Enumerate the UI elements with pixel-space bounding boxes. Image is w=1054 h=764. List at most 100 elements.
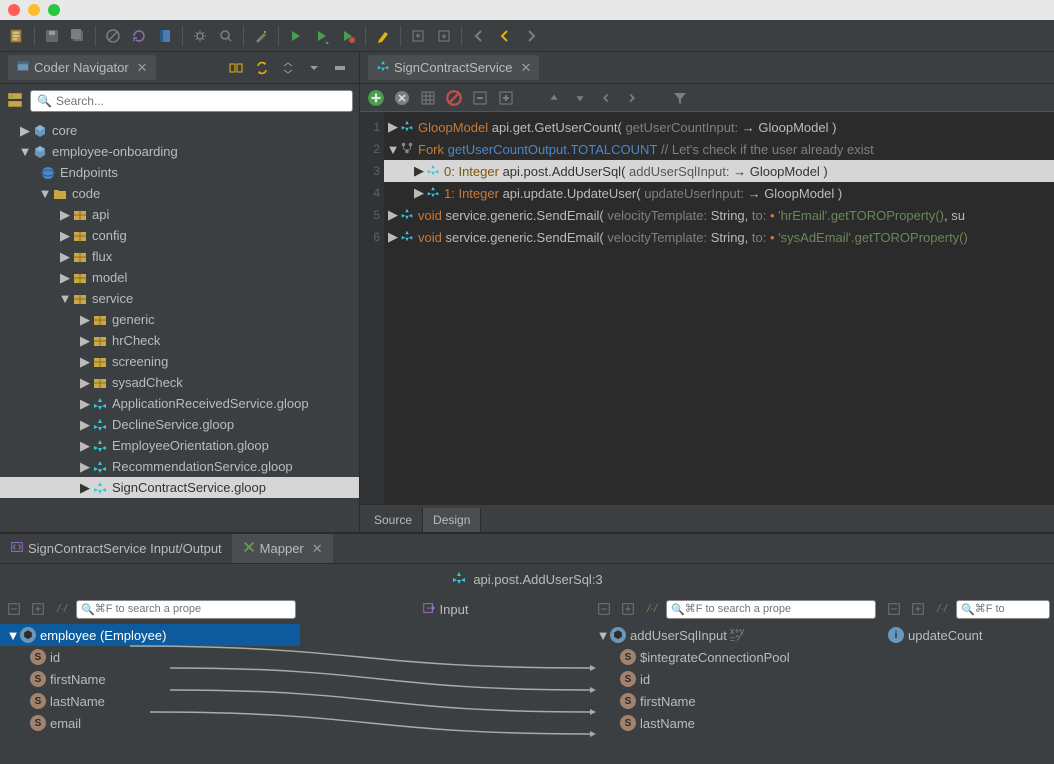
collapse-step-button[interactable]: [470, 88, 490, 108]
tree-item-gloop-file[interactable]: ▶ DeclineService.gloop: [0, 414, 359, 435]
menu-button[interactable]: [303, 57, 325, 79]
tree-item-core[interactable]: ▶ core: [0, 120, 359, 141]
export-button[interactable]: [433, 25, 455, 47]
map-field-lastname[interactable]: S lastName: [0, 690, 300, 712]
forward-button[interactable]: [520, 25, 542, 47]
highlight-button[interactable]: [372, 25, 394, 47]
navigator-tab[interactable]: Coder Navigator ✕: [8, 55, 156, 80]
validate-button[interactable]: /·/: [932, 599, 952, 619]
add-step-button[interactable]: [366, 88, 386, 108]
map-field-email[interactable]: S email: [0, 712, 300, 734]
tree-item-generic[interactable]: ▶ generic: [0, 309, 359, 330]
tree-item-project[interactable]: ▼ employee-onboarding: [0, 141, 359, 162]
expand-button[interactable]: [908, 599, 928, 619]
wand-button[interactable]: [250, 25, 272, 47]
io-tab[interactable]: SignContractService Input/Output: [0, 534, 232, 563]
map-root-employee[interactable]: ▼ ⬢ employee (Employee): [0, 624, 300, 646]
save-all-button[interactable]: [67, 25, 89, 47]
move-up-button[interactable]: [544, 88, 564, 108]
close-window-button[interactable]: [8, 4, 20, 16]
mapper-search-input[interactable]: [975, 603, 1045, 615]
back-alt-button[interactable]: [494, 25, 516, 47]
close-icon[interactable]: ✕: [521, 60, 532, 76]
tree-item-hrcheck[interactable]: ▶ hrCheck: [0, 330, 359, 351]
map-field-firstname[interactable]: S firstName: [0, 668, 300, 690]
move-down-button[interactable]: [570, 88, 590, 108]
refresh-button[interactable]: [128, 25, 150, 47]
back-button[interactable]: [468, 25, 490, 47]
tree-item-code[interactable]: ▼ code: [0, 183, 359, 204]
expand-step-button[interactable]: [496, 88, 516, 108]
tree-item-config[interactable]: ▶ config: [0, 225, 359, 246]
code-line[interactable]: ▶ void service.generic.SendEmail( veloci…: [384, 204, 1054, 226]
maximize-window-button[interactable]: [48, 4, 60, 16]
code-line[interactable]: ▶ GloopModel api.get.GetUserCount( getUs…: [384, 116, 1054, 138]
map-field-pool[interactable]: S $integrateConnectionPool: [590, 646, 880, 668]
mapper-tab[interactable]: Mapper ✕: [232, 534, 333, 563]
tree-item-gloop-file[interactable]: ▶ RecommendationService.gloop: [0, 456, 359, 477]
filter-button[interactable]: [670, 88, 690, 108]
tree-item-sysadcheck[interactable]: ▶ sysadCheck: [0, 372, 359, 393]
mapper-search-right[interactable]: 🔍: [666, 600, 876, 619]
source-tab[interactable]: Source: [364, 508, 423, 532]
link-editor-button[interactable]: [225, 57, 247, 79]
tree-item-gloop-file-selected[interactable]: ▶ SignContractService.gloop: [0, 477, 359, 498]
code-area[interactable]: ▶ GloopModel api.get.GetUserCount( getUs…: [384, 112, 1054, 504]
zoom-button[interactable]: [215, 25, 237, 47]
map-root-addusersqlinput[interactable]: ▼ ⬢ addUserSqlInput x+y=?: [590, 624, 880, 646]
expand-arrow-icon: ▶: [80, 399, 90, 409]
mapper-search-output[interactable]: 🔍: [956, 600, 1050, 619]
minimize-panel-button[interactable]: [329, 57, 351, 79]
map-field-id[interactable]: S id: [590, 668, 880, 690]
book-button[interactable]: [154, 25, 176, 47]
tree-item-endpoints[interactable]: Endpoints: [0, 162, 359, 183]
run-dropdown-button[interactable]: [311, 25, 333, 47]
tree-item-gloop-file[interactable]: ▶ EmployeeOrientation.gloop: [0, 435, 359, 456]
validate-button[interactable]: /·/: [52, 599, 72, 619]
code-line[interactable]: ▶ void service.generic.SendEmail( veloci…: [384, 226, 1054, 248]
disable-step-button[interactable]: [444, 88, 464, 108]
close-icon[interactable]: ✕: [312, 541, 323, 557]
navigator-search-input[interactable]: [56, 94, 346, 108]
collapse-button[interactable]: [4, 599, 24, 619]
map-field-updatecount[interactable]: i updateCount: [880, 624, 1054, 646]
code-line[interactable]: ▼ Fork getUserCountOutput.TOTALCOUNT // …: [384, 138, 1054, 160]
tree-item-flux[interactable]: ▶ flux: [0, 246, 359, 267]
code-line-selected[interactable]: ▶ 0: Integer api.post.AddUserSql( addUse…: [384, 160, 1054, 182]
debug-run-button[interactable]: [337, 25, 359, 47]
prev-button[interactable]: [596, 88, 616, 108]
expand-button[interactable]: [28, 599, 48, 619]
map-field-firstname[interactable]: S firstName: [590, 690, 880, 712]
tree-item-api[interactable]: ▶ api: [0, 204, 359, 225]
mapper-search-input[interactable]: [95, 603, 291, 615]
minimize-window-button[interactable]: [28, 4, 40, 16]
tree-item-service[interactable]: ▼ service: [0, 288, 359, 309]
design-tab[interactable]: Design: [423, 508, 481, 532]
collapse-button[interactable]: [884, 599, 904, 619]
tree-item-gloop-file[interactable]: ▶ ApplicationReceivedService.gloop: [0, 393, 359, 414]
collapse-button[interactable]: [277, 57, 299, 79]
mapper-search-left[interactable]: 🔍: [76, 600, 296, 619]
collapse-button[interactable]: [594, 599, 614, 619]
validate-button[interactable]: /·/: [642, 599, 662, 619]
close-icon[interactable]: ✕: [137, 60, 148, 76]
new-file-button[interactable]: [6, 25, 28, 47]
expand-button[interactable]: [618, 599, 638, 619]
next-button[interactable]: [622, 88, 642, 108]
tree-item-model[interactable]: ▶ model: [0, 267, 359, 288]
map-field-lastname[interactable]: S lastName: [590, 712, 880, 734]
disable-button[interactable]: [102, 25, 124, 47]
search-input-wrapper[interactable]: 🔍: [30, 90, 353, 112]
remove-step-button[interactable]: [392, 88, 412, 108]
grid-button[interactable]: [418, 88, 438, 108]
code-line[interactable]: ▶ 1: Integer api.update.UpdateUser( upda…: [384, 182, 1054, 204]
map-field-id[interactable]: S id: [0, 646, 300, 668]
settings-gear-button[interactable]: [189, 25, 211, 47]
import-button[interactable]: [407, 25, 429, 47]
run-button[interactable]: [285, 25, 307, 47]
editor-tab[interactable]: SignContractService ✕: [368, 55, 539, 80]
tree-item-screening[interactable]: ▶ screening: [0, 351, 359, 372]
save-button[interactable]: [41, 25, 63, 47]
sync-button[interactable]: [251, 57, 273, 79]
mapper-search-input[interactable]: [685, 603, 871, 615]
